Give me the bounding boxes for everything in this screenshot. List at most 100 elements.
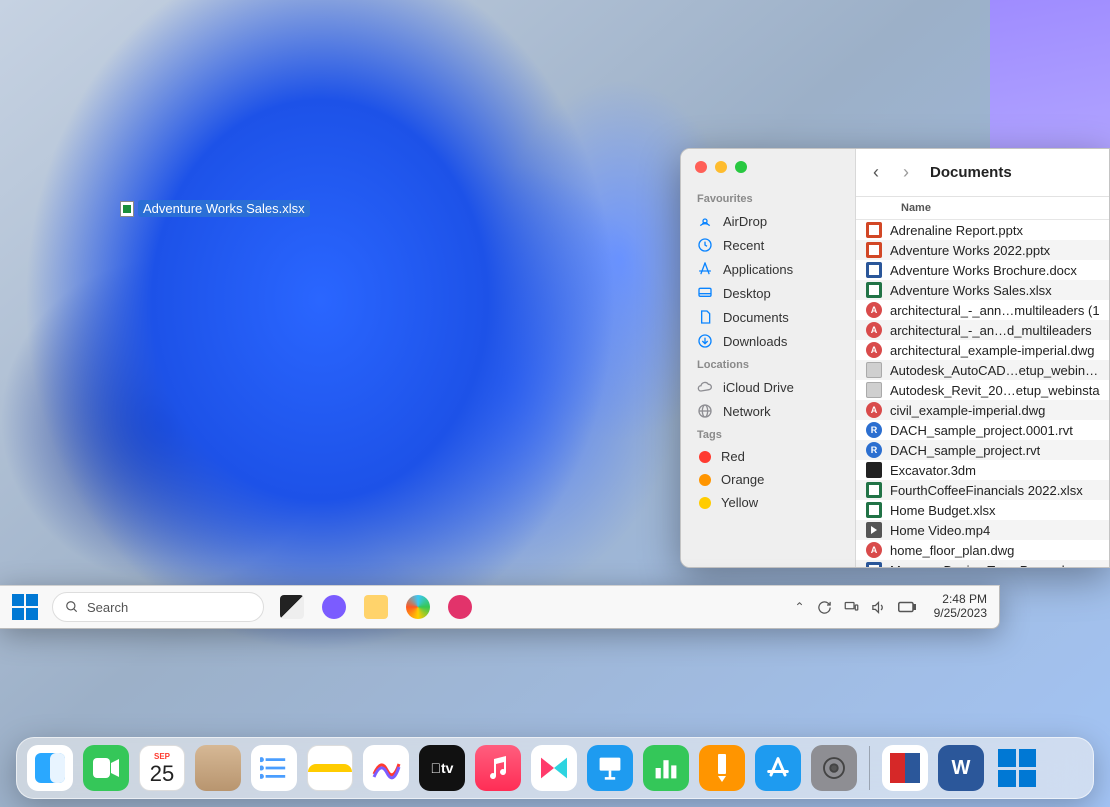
pptx-icon bbox=[866, 222, 882, 238]
finder-file-list[interactable]: Adrenaline Report.pptxAdventure Works 20… bbox=[856, 220, 1109, 567]
airdrop-icon bbox=[697, 213, 713, 229]
dock-word[interactable]: W bbox=[938, 745, 984, 791]
sidebar-item-network[interactable]: Network bbox=[681, 399, 855, 423]
dock-music[interactable] bbox=[475, 745, 521, 791]
file-name: architectural_-_ann…multileaders (1 bbox=[890, 303, 1100, 318]
zoom-button[interactable] bbox=[735, 161, 747, 173]
system-tray: ⌃ 2:48 PM 9/25/2023 bbox=[795, 593, 987, 621]
docx-icon bbox=[866, 562, 882, 567]
xlsx-icon bbox=[866, 502, 882, 518]
file-row[interactable]: architectural_-_an…d_multileaders bbox=[856, 320, 1109, 340]
file-row[interactable]: Autodesk_AutoCAD…etup_webinsta bbox=[856, 360, 1109, 380]
dock-windows-vm[interactable] bbox=[994, 745, 1040, 791]
dock-pages[interactable] bbox=[699, 745, 745, 791]
sidebar-item-desktop[interactable]: Desktop bbox=[681, 281, 855, 305]
dock-calendar[interactable]: SEP25 bbox=[139, 745, 185, 791]
dmg-icon bbox=[866, 362, 882, 378]
file-row[interactable]: civil_example-imperial.dwg bbox=[856, 400, 1109, 420]
file-name: home_floor_plan.dwg bbox=[890, 543, 1014, 558]
forward-button[interactable]: › bbox=[900, 162, 912, 183]
dock-keynote[interactable] bbox=[587, 745, 633, 791]
column-header-name[interactable]: Name bbox=[856, 197, 1109, 220]
file-row[interactable]: architectural_-_ann…multileaders (1 bbox=[856, 300, 1109, 320]
sidebar-item-label: Yellow bbox=[721, 495, 758, 510]
file-row[interactable]: Museum Design Term Paper.docx bbox=[856, 560, 1109, 567]
clock-date: 9/25/2023 bbox=[934, 607, 987, 621]
dock-appstore[interactable] bbox=[755, 745, 801, 791]
finder-window: Favourites AirDropRecentApplicationsDesk… bbox=[680, 148, 1110, 568]
taskbar-search[interactable]: Search bbox=[52, 592, 264, 622]
task-view-button[interactable] bbox=[280, 595, 304, 619]
sidebar-tag-orange[interactable]: Orange bbox=[681, 468, 855, 491]
file-row[interactable]: DACH_sample_project.rvt bbox=[856, 440, 1109, 460]
file-row[interactable]: Home Budget.xlsx bbox=[856, 500, 1109, 520]
file-row[interactable]: FourthCoffeeFinancials 2022.xlsx bbox=[856, 480, 1109, 500]
app-icon[interactable] bbox=[448, 595, 472, 619]
volume-icon[interactable] bbox=[871, 600, 886, 615]
dock-facetime[interactable] bbox=[83, 745, 129, 791]
dock-settings[interactable] bbox=[811, 745, 857, 791]
dock-reminders[interactable] bbox=[251, 745, 297, 791]
sidebar-item-applications[interactable]: Applications bbox=[681, 257, 855, 281]
sidebar-item-airdrop[interactable]: AirDrop bbox=[681, 209, 855, 233]
file-name: Autodesk_Revit_20…etup_webinsta bbox=[890, 383, 1100, 398]
finder-toolbar: ‹ › Documents bbox=[856, 149, 1109, 197]
sidebar-tag-red[interactable]: Red bbox=[681, 445, 855, 468]
tag-dot-icon bbox=[699, 451, 711, 463]
sidebar-heading-locations: Locations bbox=[681, 353, 855, 375]
minimize-button[interactable] bbox=[715, 161, 727, 173]
dwg-icon bbox=[866, 302, 882, 318]
file-name: FourthCoffeeFinancials 2022.xlsx bbox=[890, 483, 1083, 498]
window-controls bbox=[681, 161, 855, 187]
file-row[interactable]: Adventure Works Sales.xlsx bbox=[856, 280, 1109, 300]
dwg-icon bbox=[866, 322, 882, 338]
file-row[interactable]: home_floor_plan.dwg bbox=[856, 540, 1109, 560]
sync-icon[interactable] bbox=[817, 600, 832, 615]
file-row[interactable]: Excavator.3dm bbox=[856, 460, 1109, 480]
file-row[interactable]: architectural_example-imperial.dwg bbox=[856, 340, 1109, 360]
dock-finder[interactable] bbox=[27, 745, 73, 791]
dock-parallels[interactable] bbox=[882, 745, 928, 791]
dock-tv[interactable]: tv bbox=[419, 745, 465, 791]
dock-numbers[interactable] bbox=[643, 745, 689, 791]
sidebar-item-recent[interactable]: Recent bbox=[681, 233, 855, 257]
sidebar-item-documents[interactable]: Documents bbox=[681, 305, 855, 329]
file-row[interactable]: Autodesk_Revit_20…etup_webinsta bbox=[856, 380, 1109, 400]
file-row[interactable]: Adrenaline Report.pptx bbox=[856, 220, 1109, 240]
devices-icon[interactable] bbox=[844, 600, 859, 615]
sidebar-item-icloud-drive[interactable]: iCloud Drive bbox=[681, 375, 855, 399]
close-button[interactable] bbox=[695, 161, 707, 173]
dock-contacts[interactable] bbox=[195, 745, 241, 791]
file-name: Home Budget.xlsx bbox=[890, 503, 996, 518]
dock-news[interactable] bbox=[531, 745, 577, 791]
edge-icon[interactable] bbox=[406, 595, 430, 619]
taskbar-clock[interactable]: 2:48 PM 9/25/2023 bbox=[934, 593, 987, 621]
recent-icon bbox=[697, 237, 713, 253]
finder-title: Documents bbox=[930, 164, 1012, 181]
start-button[interactable] bbox=[12, 594, 38, 620]
battery-icon[interactable] bbox=[898, 601, 916, 613]
sidebar-item-label: Orange bbox=[721, 472, 764, 487]
desktop-file-adventure-works-sales[interactable]: Adventure Works Sales.xlsx bbox=[120, 200, 310, 217]
file-row[interactable]: DACH_sample_project.0001.rvt bbox=[856, 420, 1109, 440]
file-row[interactable]: Adventure Works Brochure.docx bbox=[856, 260, 1109, 280]
threedm-icon bbox=[866, 462, 882, 478]
file-name: civil_example-imperial.dwg bbox=[890, 403, 1045, 418]
finder-sidebar: Favourites AirDropRecentApplicationsDesk… bbox=[681, 149, 856, 567]
file-explorer-icon[interactable] bbox=[364, 595, 388, 619]
tray-chevron-icon[interactable]: ⌃ bbox=[795, 600, 805, 614]
teams-icon[interactable] bbox=[322, 595, 346, 619]
documents-icon bbox=[697, 309, 713, 325]
sidebar-tag-yellow[interactable]: Yellow bbox=[681, 491, 855, 514]
file-row[interactable]: Home Video.mp4 bbox=[856, 520, 1109, 540]
sidebar-item-downloads[interactable]: Downloads bbox=[681, 329, 855, 353]
sidebar-item-label: Recent bbox=[723, 238, 764, 253]
file-name: Autodesk_AutoCAD…etup_webinsta bbox=[890, 363, 1101, 378]
dock-freeform[interactable] bbox=[363, 745, 409, 791]
calendar-day: 25 bbox=[150, 763, 174, 785]
file-row[interactable]: Adventure Works 2022.pptx bbox=[856, 240, 1109, 260]
search-placeholder: Search bbox=[87, 600, 128, 615]
dock-notes[interactable] bbox=[307, 745, 353, 791]
back-button[interactable]: ‹ bbox=[870, 162, 882, 183]
sidebar-item-label: Network bbox=[723, 404, 771, 419]
